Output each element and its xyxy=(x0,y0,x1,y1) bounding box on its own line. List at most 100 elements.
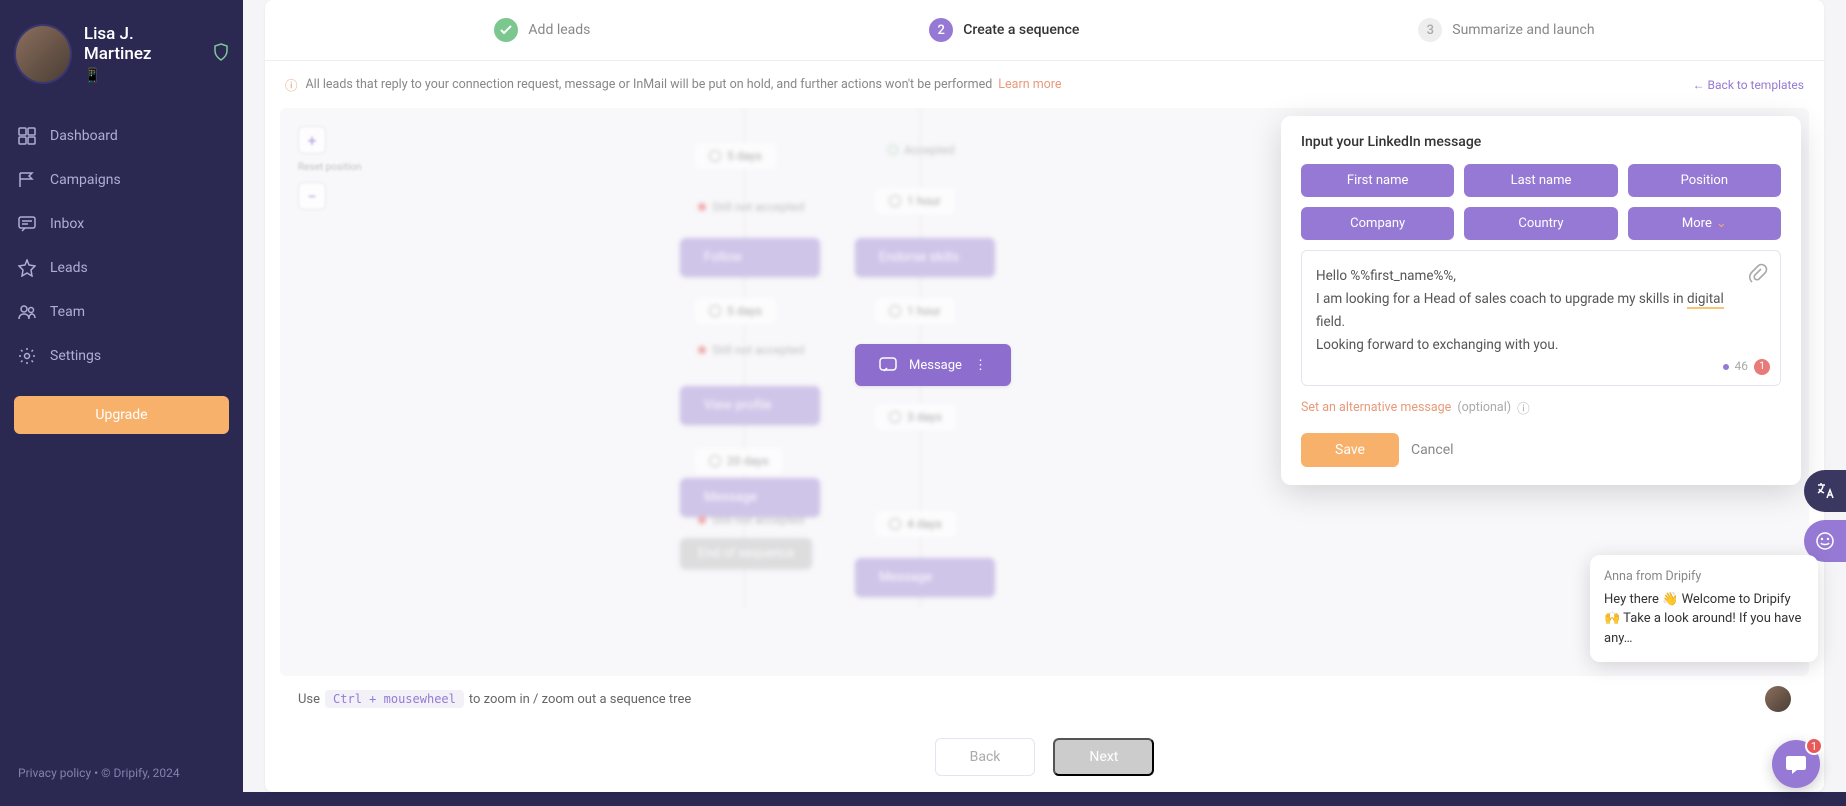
status-accepted: Accepted xyxy=(888,143,955,157)
status-not-accepted: Still not accepted xyxy=(698,513,804,527)
info-bar: ⓘ All leads that reply to your connectio… xyxy=(265,61,1824,108)
info-icon: ⓘ xyxy=(285,75,298,94)
step-label: Add leads xyxy=(528,22,590,38)
main: Add leads 2 Create a sequence 3 Summariz… xyxy=(243,0,1846,792)
step-label: Create a sequence xyxy=(963,22,1079,38)
status-not-accepted: Still not accepted xyxy=(698,200,804,214)
alt-optional: (optional) xyxy=(1457,400,1511,415)
sidebar-item-dashboard[interactable]: Dashboard xyxy=(0,114,243,158)
chat-bubble-button[interactable]: 1 xyxy=(1772,740,1820,788)
hint-bar: Use Ctrl + mousewheel to zoom in / zoom … xyxy=(280,676,1809,722)
sidebar-item-settings[interactable]: Settings xyxy=(0,334,243,378)
attach-icon[interactable] xyxy=(1748,263,1768,291)
sidebar-item-label: Leads xyxy=(50,260,88,276)
nav: Dashboard Campaigns Inbox Leads Team Set… xyxy=(0,114,243,378)
hint-avatar xyxy=(1765,686,1791,712)
clock-icon xyxy=(889,195,901,207)
action-view-profile: View profile xyxy=(680,386,820,425)
clock-icon xyxy=(709,150,721,162)
back-templates-link[interactable]: ← Back to templates xyxy=(1693,78,1804,92)
step-create-sequence[interactable]: 2 Create a sequence xyxy=(929,18,1079,42)
var-country[interactable]: Country xyxy=(1464,207,1617,240)
chat-from: Anna from Dripify xyxy=(1604,569,1804,584)
learn-more-link[interactable]: Learn more xyxy=(998,77,1061,92)
var-first-name[interactable]: First name xyxy=(1301,164,1454,197)
delay-pill: 20 days xyxy=(695,448,783,474)
step-label: Summarize and launch xyxy=(1452,22,1594,38)
action-message-active[interactable]: Message ⋮ xyxy=(855,344,1011,386)
sidebar-item-leads[interactable]: Leads xyxy=(0,246,243,290)
flag-icon xyxy=(18,171,36,189)
delay-pill: 1 hour xyxy=(875,188,955,214)
info-icon[interactable]: ⓘ xyxy=(1517,398,1530,417)
float-translate-button[interactable] xyxy=(1804,470,1846,512)
avatar xyxy=(14,24,72,84)
dot-icon xyxy=(1723,364,1729,370)
copyright: © Dripify, 2024 xyxy=(101,766,179,780)
users-icon xyxy=(18,303,36,321)
status-not-accepted: Still not accepted xyxy=(698,343,804,357)
message-icon xyxy=(879,356,897,374)
sidebar-item-label: Settings xyxy=(50,348,101,364)
message-modal: Input your LinkedIn message First name L… xyxy=(1281,116,1801,485)
delay-pill: 1 hour xyxy=(875,298,955,324)
clock-icon xyxy=(709,305,721,317)
sidebar: Lisa J. Martinez 📱 Dashboard Campaigns I… xyxy=(0,0,243,806)
alt-message-link[interactable]: Set an alternative message xyxy=(1301,400,1451,415)
red-dot-icon xyxy=(698,516,706,524)
back-button[interactable]: Back xyxy=(935,738,1036,776)
chevron-down-icon: ⌄ xyxy=(1716,216,1727,231)
chat-badge: 1 xyxy=(1805,737,1823,755)
red-dot-icon xyxy=(698,346,706,354)
sidebar-item-label: Campaigns xyxy=(50,172,121,188)
next-button[interactable]: Next xyxy=(1053,738,1154,776)
hint-pre: Use xyxy=(298,692,320,707)
clock-icon xyxy=(889,305,901,317)
modal-title: Input your LinkedIn message xyxy=(1301,134,1781,150)
info-text: All leads that reply to your connection … xyxy=(306,77,993,92)
var-last-name[interactable]: Last name xyxy=(1464,164,1617,197)
hint-post: to zoom in / zoom out a sequence tree xyxy=(469,692,691,707)
message-icon xyxy=(18,215,36,233)
delay-pill: 5 days xyxy=(695,143,776,169)
var-company[interactable]: Company xyxy=(1301,207,1454,240)
sidebar-item-team[interactable]: Team xyxy=(0,290,243,334)
delay-pill: 5 days xyxy=(695,298,776,324)
star-icon xyxy=(18,259,36,277)
char-count: 46 1 xyxy=(1723,356,1771,376)
chat-popup[interactable]: Anna from Dripify Hey there 👋 Welcome to… xyxy=(1590,555,1818,663)
stepper: Add leads 2 Create a sequence 3 Summariz… xyxy=(265,0,1824,61)
message-textarea[interactable]: Hello %%first_name%%, I am looking for a… xyxy=(1301,250,1781,386)
clock-icon xyxy=(889,518,901,530)
step-add-leads[interactable]: Add leads xyxy=(494,18,590,42)
profile-block[interactable]: Lisa J. Martinez 📱 xyxy=(0,12,243,104)
delay-pill: 4 days xyxy=(875,511,956,537)
end-of-sequence: End of sequence xyxy=(680,538,812,569)
sidebar-footer: Privacy policy • © Dripify, 2024 xyxy=(0,752,243,794)
step-summarize[interactable]: 3 Summarize and launch xyxy=(1418,18,1594,42)
var-position[interactable]: Position xyxy=(1628,164,1781,197)
hint-kbd: Ctrl + mousewheel xyxy=(325,690,464,708)
tick-icon xyxy=(888,145,898,155)
error-badge: 1 xyxy=(1754,359,1770,375)
more-dots-icon[interactable]: ⋮ xyxy=(974,358,987,373)
float-buttons xyxy=(1804,470,1846,562)
red-dot-icon xyxy=(698,203,706,211)
grid-icon xyxy=(18,127,36,145)
action-message: Message xyxy=(680,478,820,517)
delay-pill: 3 days xyxy=(875,404,956,430)
upgrade-button[interactable]: Upgrade xyxy=(14,396,229,434)
footer-actions: Back Next xyxy=(265,722,1824,792)
cancel-button[interactable]: Cancel xyxy=(1411,442,1454,458)
sidebar-item-label: Dashboard xyxy=(50,128,118,144)
action-message: Message xyxy=(855,558,995,597)
sidebar-item-inbox[interactable]: Inbox xyxy=(0,202,243,246)
action-follow: Follow xyxy=(680,238,820,277)
alt-message-row: Set an alternative message (optional) ⓘ xyxy=(1301,398,1781,417)
profile-name: Lisa J. Martinez xyxy=(84,24,201,64)
privacy-link[interactable]: Privacy policy xyxy=(18,766,91,780)
sidebar-item-campaigns[interactable]: Campaigns xyxy=(0,158,243,202)
var-more[interactable]: More⌄ xyxy=(1628,207,1781,240)
save-button[interactable]: Save xyxy=(1301,433,1399,467)
chat-message: Hey there 👋 Welcome to Dripify 🙌 Take a … xyxy=(1604,590,1804,649)
